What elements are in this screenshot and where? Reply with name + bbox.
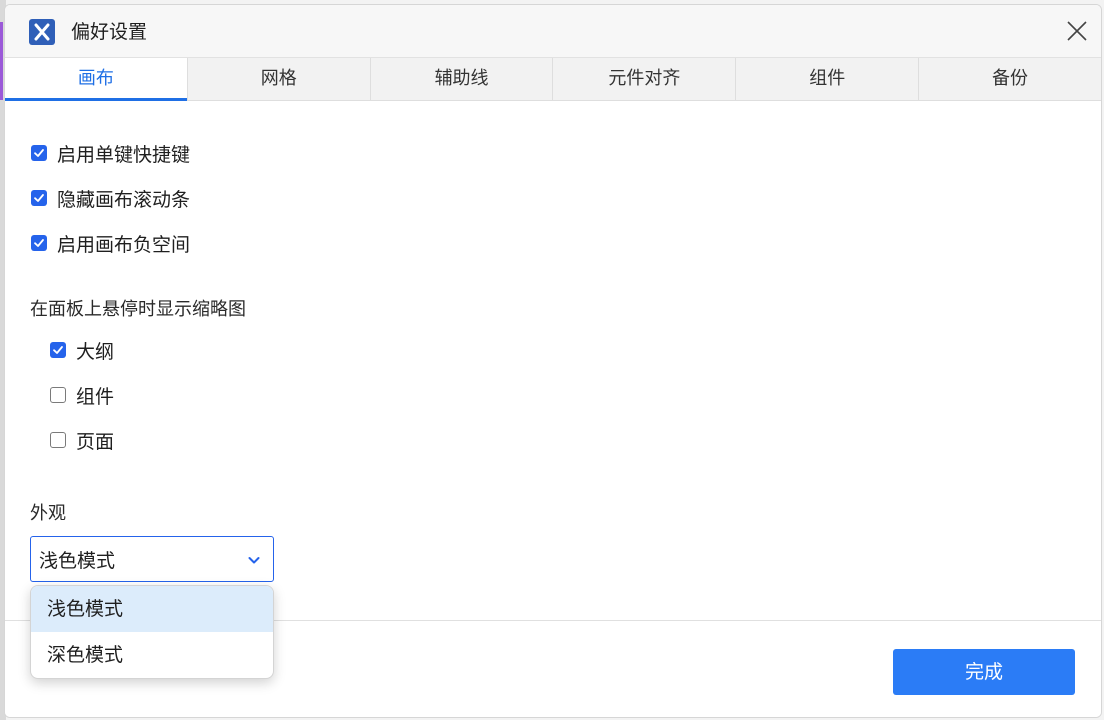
- appearance-label: 外观: [30, 503, 66, 524]
- background-accent: [0, 22, 3, 100]
- title-bar: 偏好设置: [5, 5, 1101, 57]
- option-label: 启用单键快捷键: [57, 143, 191, 166]
- window-title: 偏好设置: [71, 21, 148, 43]
- option-label: 大纲: [76, 340, 115, 363]
- option-label: 隐藏画布滚动条: [57, 188, 191, 211]
- tab-canvas[interactable]: 画布: [5, 58, 188, 101]
- done-button[interactable]: 完成: [893, 649, 1075, 695]
- hide-scrollbars-option[interactable]: 隐藏画布滚动条: [31, 184, 190, 212]
- checkbox-checked[interactable]: [31, 190, 47, 206]
- select-value: 浅色模式: [39, 550, 116, 572]
- tab-element-snapping[interactable]: 元件对齐: [553, 58, 737, 100]
- tab-backup[interactable]: 备份: [919, 58, 1101, 100]
- appearance-select[interactable]: 浅色模式: [30, 536, 274, 582]
- thumbnail-components-option[interactable]: 组件: [50, 381, 114, 409]
- x-logo-icon: [29, 19, 55, 45]
- checkbox-checked[interactable]: [50, 342, 66, 358]
- tab-guides[interactable]: 辅助线: [371, 58, 554, 100]
- option-label: 启用画布负空间: [57, 233, 191, 256]
- thumbnail-section-label: 在面板上悬停时显示缩略图: [30, 299, 246, 320]
- dropdown-option-dark[interactable]: 深色模式: [31, 632, 273, 678]
- checkbox-checked[interactable]: [31, 235, 47, 251]
- option-label: 页面: [76, 430, 115, 453]
- thumbnail-pages-option[interactable]: 页面: [50, 426, 114, 454]
- option-label: 组件: [76, 385, 115, 408]
- tab-grid[interactable]: 网格: [188, 58, 371, 100]
- checkbox-unchecked[interactable]: [50, 432, 66, 448]
- negative-space-option[interactable]: 启用画布负空间: [31, 229, 190, 257]
- dropdown-option-light[interactable]: 浅色模式: [31, 586, 273, 632]
- settings-tabs: 画布 网格 辅助线 元件对齐 组件 备份: [5, 57, 1101, 101]
- appearance-dropdown-menu: 浅色模式 深色模式: [30, 585, 274, 679]
- thumbnail-outline-option[interactable]: 大纲: [50, 336, 114, 364]
- tab-components[interactable]: 组件: [736, 58, 920, 100]
- checkbox-checked[interactable]: [31, 145, 47, 161]
- single-key-shortcuts-option[interactable]: 启用单键快捷键: [31, 139, 190, 167]
- close-icon[interactable]: [1063, 17, 1091, 45]
- chevron-down-icon: [247, 552, 261, 571]
- checkbox-unchecked[interactable]: [50, 387, 66, 403]
- canvas-settings-panel: 启用单键快捷键 隐藏画布滚动条 启用画布负空间 在面板上悬停时显示缩略图 大纲 …: [5, 101, 1101, 621]
